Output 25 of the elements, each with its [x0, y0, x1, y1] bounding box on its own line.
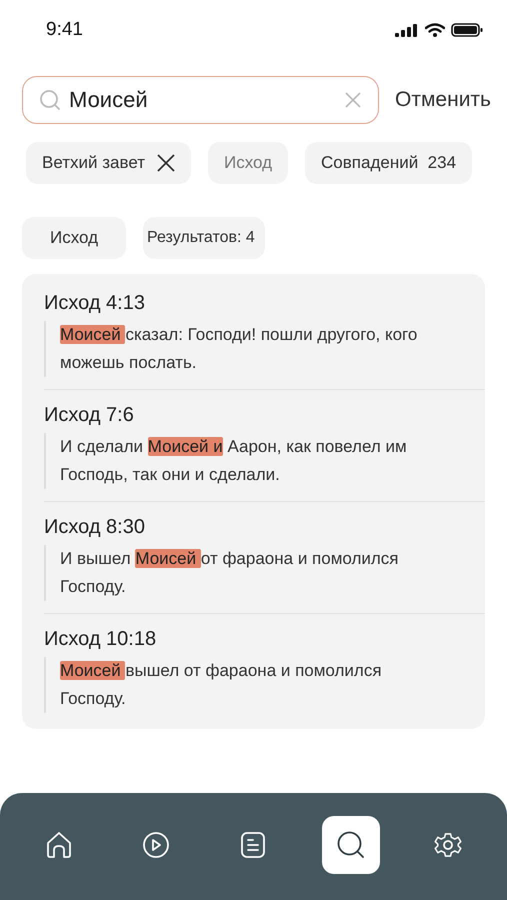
verse-text: И сделали Моисей и Аарон, как повелел им Господь, так они и сделали.	[60, 436, 408, 486]
wifi-icon	[425, 23, 445, 37]
status-time: 9:41	[46, 19, 83, 41]
verse-reference[interactable]: Исход 4:13	[44, 292, 485, 315]
tab-button[interactable]	[322, 816, 380, 874]
search-icon	[334, 828, 367, 860]
battery-icon	[451, 23, 483, 37]
search-icon	[39, 89, 61, 111]
filter-chip[interactable]: Исход	[208, 142, 288, 184]
result-count: Результатов: 4	[143, 217, 265, 259]
verse-text: И вышел Моисей от фараона и помолился Господу.	[60, 548, 400, 598]
search-field[interactable]: Моисей	[22, 76, 380, 124]
match-count: Совпадений 234	[305, 142, 472, 184]
filter-chip[interactable]: Ветхий завет	[26, 142, 191, 184]
verse-reference[interactable]: Исход 8:30	[44, 516, 485, 539]
book-chip[interactable]: Исход	[22, 217, 126, 259]
verse-text: Моисей вышел от фараона и помолился Господу.	[60, 660, 383, 710]
verse-text: Моисей сказал: Господи! пошли другого, кого можешь послать.	[60, 324, 418, 374]
signal-icon	[395, 24, 419, 36]
filter-label: Ветхий завет	[42, 153, 145, 173]
verse-reference[interactable]: Исход 10:18	[44, 628, 485, 651]
search-input[interactable]: Моисей	[69, 87, 336, 113]
close-icon[interactable]	[157, 154, 175, 172]
cancel-button[interactable]: Отменить	[395, 88, 491, 112]
verse-reference[interactable]: Исход 7:6	[44, 404, 485, 427]
